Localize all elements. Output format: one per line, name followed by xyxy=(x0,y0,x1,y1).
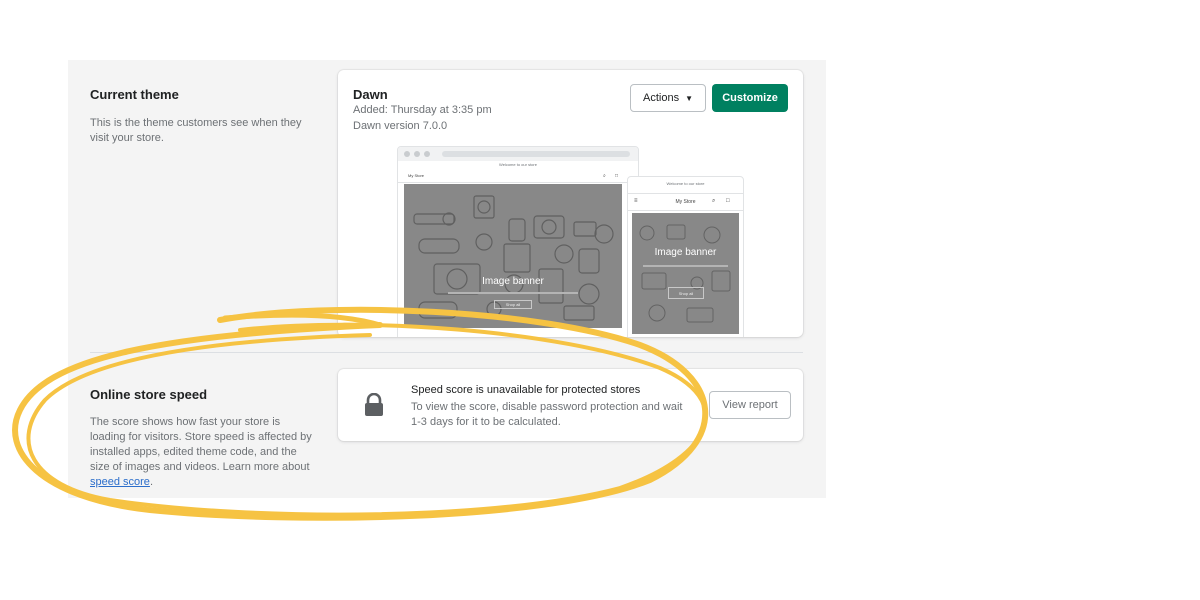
browser-bar xyxy=(398,147,638,161)
lock-icon xyxy=(363,392,385,422)
online-store-speed-heading: Online store speed xyxy=(90,387,208,402)
preview-image-banner: Image banner Shop all xyxy=(404,184,622,328)
current-theme-description: This is the theme customers see when the… xyxy=(90,117,302,144)
browser-dot xyxy=(404,151,410,157)
banner-title: Image banner xyxy=(482,276,544,287)
online-store-speed-description: The score shows how fast your store is l… xyxy=(90,415,312,490)
banner-subtitle xyxy=(447,292,579,294)
actions-label: Actions xyxy=(643,92,680,104)
browser-url-bar xyxy=(442,151,630,157)
desktop-preview: Welcome to our store My Store ⌕ □ Image … xyxy=(397,146,639,337)
theme-added-date: Added: Thursday at 3:35 pm xyxy=(353,104,492,116)
cart-icon: □ xyxy=(726,198,730,204)
actions-button[interactable]: Actions ▼ xyxy=(630,84,706,112)
browser-dot xyxy=(424,151,430,157)
current-theme-card: Dawn Added: Thursday at 3:35 pm Dawn ver… xyxy=(338,70,803,337)
speed-card-text: To view the score, disable password prot… xyxy=(411,401,683,428)
cart-icon: □ xyxy=(615,173,619,179)
speed-score-card: Speed score is unavailable for protected… xyxy=(338,369,803,441)
browser-dot xyxy=(414,151,420,157)
mobile-banner-button: Shop all xyxy=(668,287,704,299)
mobile-banner-illustration xyxy=(639,224,731,323)
theme-version: Dawn version 7.0.0 xyxy=(353,120,448,132)
caret-down-icon: ▼ xyxy=(685,93,693,103)
preview-header: My Store ⌕ □ xyxy=(398,169,638,183)
preview-announcement: Welcome to our store xyxy=(499,162,537,167)
speed-score-link[interactable]: speed score xyxy=(90,476,150,488)
link-suffix: . xyxy=(149,476,153,488)
mobile-image-banner: Image banner Shop all xyxy=(632,213,739,334)
mobile-banner-subtitle xyxy=(642,265,729,267)
search-icon: ⌕ xyxy=(712,198,716,204)
mobile-banner-title: Image banner xyxy=(654,247,717,258)
section-divider xyxy=(90,352,803,353)
mobile-announcement: Welcome to our store xyxy=(666,181,705,186)
preview-store-name: My Store xyxy=(408,173,425,178)
view-report-button[interactable]: View report xyxy=(709,391,791,419)
customize-button[interactable]: Customize xyxy=(712,84,788,112)
speed-card-title: Speed score is unavailable for protected… xyxy=(411,384,641,396)
mobile-header: ≡ My Store ⌕ □ xyxy=(628,193,743,211)
current-theme-heading: Current theme xyxy=(90,87,179,102)
speed-description-text: The score shows how fast your store is l… xyxy=(90,416,312,473)
mobile-preview: Welcome to our store ≡ My Store ⌕ □ Imag… xyxy=(627,176,744,337)
search-icon: ⌕ xyxy=(603,173,606,179)
banner-button: Shop all xyxy=(494,300,532,309)
theme-name: Dawn xyxy=(353,87,388,102)
